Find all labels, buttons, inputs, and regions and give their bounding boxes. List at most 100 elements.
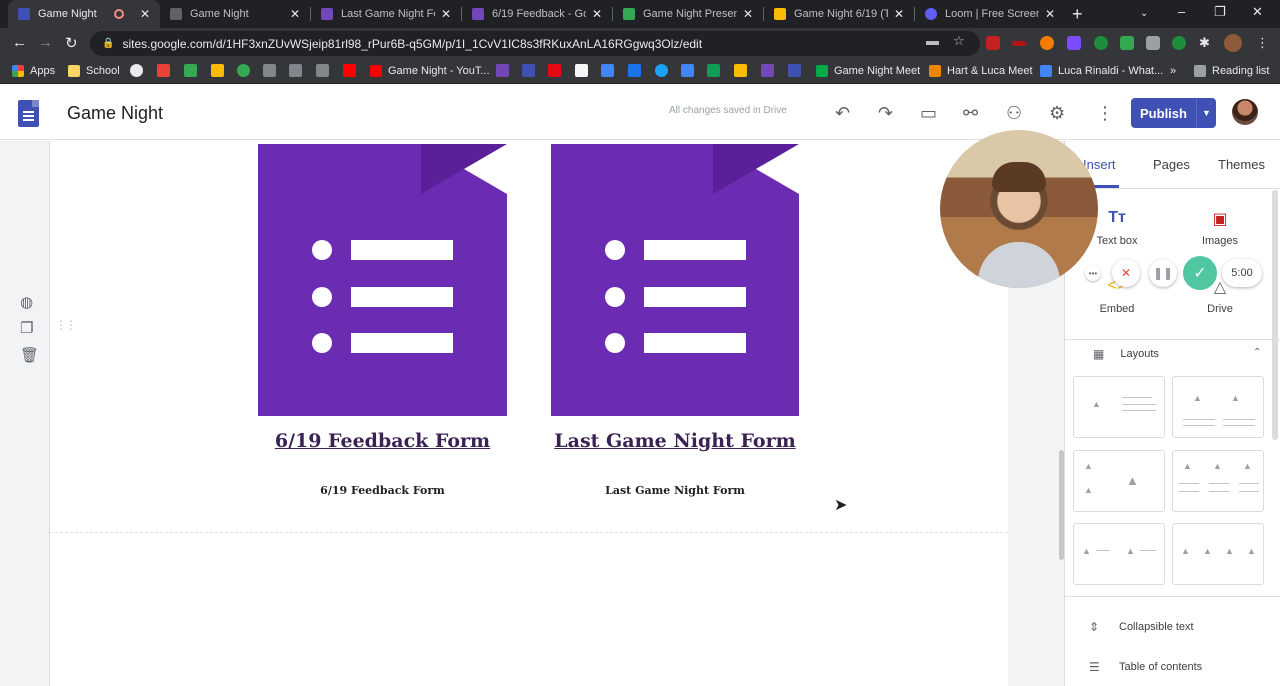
docs-icon[interactable] xyxy=(681,64,694,77)
drag-handle-icon[interactable]: ⋮⋮ xyxy=(55,318,77,332)
bookmark-icon[interactable] xyxy=(263,64,276,77)
forms-icon[interactable] xyxy=(761,64,774,77)
bookmark-icon[interactable] xyxy=(289,64,302,77)
close-tab-icon[interactable]: ✕ xyxy=(743,7,753,21)
publish-button[interactable]: Publish ▼ xyxy=(1131,98,1216,128)
last-game-night-form-link[interactable]: Last Game Night Form xyxy=(551,430,799,452)
extension-icon[interactable] xyxy=(1120,36,1134,50)
browser-tab[interactable]: 6/19 Feedback - Goo ✕ xyxy=(462,0,612,28)
new-tab-icon[interactable]: + xyxy=(1072,4,1083,25)
youtube-icon[interactable] xyxy=(343,64,356,77)
copy-link-icon[interactable]: ⚯ xyxy=(963,103,978,123)
feedback-form-link[interactable]: 6/19 Feedback Form xyxy=(258,430,507,452)
reload-icon[interactable]: ↻ xyxy=(65,34,78,52)
layout-option[interactable]: ▲ ▲ ▲ xyxy=(1073,450,1165,512)
forward-arrow-icon[interactable]: → xyxy=(38,34,53,51)
twitter-icon[interactable] xyxy=(655,64,668,77)
browser-tab[interactable]: Game Night Presentat ✕ xyxy=(613,0,763,28)
site-title[interactable]: Game Night xyxy=(67,103,163,124)
extension-icon[interactable] xyxy=(1040,36,1054,50)
account-avatar[interactable] xyxy=(1232,99,1258,125)
loom-pause-icon[interactable]: ❚❚ xyxy=(1149,259,1177,287)
address-bar[interactable]: 🔒 sites.google.com/d/1HF3xnZUvWSjeip81rl… xyxy=(90,31,980,56)
drive-icon[interactable] xyxy=(211,64,224,77)
netflix-icon[interactable] xyxy=(548,64,561,77)
webcam-bubble[interactable] xyxy=(940,130,1098,288)
panel-scrollbar[interactable] xyxy=(1272,190,1278,440)
chevron-down-icon[interactable]: ▼ xyxy=(1196,98,1216,128)
page-canvas[interactable] xyxy=(50,141,1008,686)
tab-search-icon[interactable]: ⌄ xyxy=(1140,8,1148,19)
layout-option[interactable]: ▲ ▲ xyxy=(1172,376,1264,438)
preview-icon[interactable]: ▭ xyxy=(920,103,937,123)
form-card-image[interactable] xyxy=(551,144,799,416)
amazon-icon[interactable] xyxy=(575,64,588,77)
images-button[interactable]: ▣ Images xyxy=(1175,209,1265,247)
close-tab-icon[interactable]: ✕ xyxy=(894,7,904,21)
layout-option[interactable]: ▲ ▲ ▲ ▲ xyxy=(1172,523,1264,585)
collapsible-text-button[interactable]: ⇕ Collapsible text xyxy=(1089,620,1194,634)
grammarly-icon[interactable] xyxy=(1094,36,1108,50)
more-options-icon[interactable]: ⋮ xyxy=(1096,103,1114,123)
reading-list[interactable]: Reading list xyxy=(1194,63,1269,79)
layout-option[interactable]: ▲ ▲ xyxy=(1073,523,1165,585)
bookmark-hart-luca-meet[interactable]: Hart & Luca Meet xyxy=(929,63,1033,79)
undo-icon[interactable]: ↶ xyxy=(835,103,850,123)
extension-icon[interactable] xyxy=(1172,36,1186,50)
close-tab-icon[interactable]: ✕ xyxy=(140,7,150,21)
sites-icon[interactable] xyxy=(522,64,535,77)
bookmark-youtube[interactable]: Game Night - YouT... xyxy=(370,63,490,79)
extension-icon[interactable] xyxy=(1067,36,1081,50)
camera-icon[interactable]: ▬ xyxy=(926,33,939,48)
close-tab-icon[interactable]: ✕ xyxy=(290,7,300,21)
settings-gear-icon[interactable]: ⚙ xyxy=(1049,103,1065,123)
sheets-icon[interactable] xyxy=(707,64,720,77)
palette-icon[interactable]: ◍ xyxy=(20,293,33,311)
bookmark-game-night-meet[interactable]: Game Night Meet xyxy=(816,63,920,79)
google-sites-logo-icon[interactable] xyxy=(18,100,39,127)
minimize-icon[interactable]: – xyxy=(1178,4,1185,19)
layouts-header[interactable]: ▦ Layouts xyxy=(1093,347,1159,361)
form-card-image[interactable] xyxy=(258,144,507,416)
chevron-up-icon[interactable]: ⌃ xyxy=(1253,347,1261,358)
gmail-icon[interactable] xyxy=(157,64,170,77)
window-close-icon[interactable]: ✕ xyxy=(1252,4,1263,20)
slides-icon[interactable] xyxy=(734,64,747,77)
more-bookmarks[interactable]: » xyxy=(1170,63,1176,79)
bookmark-icon[interactable] xyxy=(628,64,641,77)
bookmark-school[interactable]: School xyxy=(68,63,120,79)
extension-icon[interactable] xyxy=(1012,41,1026,46)
bookmark-icon[interactable] xyxy=(496,64,509,77)
extension-icon[interactable] xyxy=(237,64,250,77)
bookmark-star-icon[interactable]: ☆ xyxy=(953,33,965,49)
delete-icon[interactable]: 🗑 xyxy=(20,346,39,364)
puzzle-extensions-icon[interactable]: ✱ xyxy=(1199,36,1213,50)
globe-icon[interactable] xyxy=(130,64,143,77)
duplicate-icon[interactable]: ❐ xyxy=(20,319,33,337)
browser-tab[interactable]: Loom | Free Screen & ✕ xyxy=(915,0,1065,28)
classroom-icon[interactable] xyxy=(184,64,197,77)
browser-tab[interactable]: Game Night ✕ xyxy=(160,0,310,28)
profile-avatar-icon[interactable] xyxy=(1224,34,1242,52)
extension-icon[interactable] xyxy=(986,36,1000,50)
bookmark-icon[interactable] xyxy=(601,64,614,77)
table-of-contents-button[interactable]: ☰ Table of contents xyxy=(1089,660,1202,674)
loom-finish-check-icon[interactable]: ✓ xyxy=(1183,256,1217,290)
browser-tab[interactable]: Last Game Night Form ✕ xyxy=(311,0,461,28)
share-icon[interactable]: ⚇ xyxy=(1006,103,1022,123)
restore-icon[interactable]: ❐ xyxy=(1214,4,1226,20)
browser-tab[interactable]: Game Night ✕ xyxy=(8,0,160,28)
tab-themes[interactable]: Themes xyxy=(1218,157,1265,172)
loom-more-icon[interactable]: ••• xyxy=(1085,265,1101,281)
menu-kebab-icon[interactable]: ⋮ xyxy=(1256,36,1270,50)
bookmark-apps[interactable]: Apps xyxy=(12,63,55,79)
redo-icon[interactable]: ↷ xyxy=(878,103,893,123)
close-tab-icon[interactable]: ✕ xyxy=(1045,7,1055,21)
extension-icon[interactable] xyxy=(1146,36,1160,50)
tab-pages[interactable]: Pages xyxy=(1153,157,1190,172)
bookmark-icon[interactable] xyxy=(316,64,329,77)
browser-tab[interactable]: Game Night 6/19 (Ter ✕ xyxy=(764,0,914,28)
layout-option[interactable]: ▲ xyxy=(1073,376,1165,438)
bookmark-luca-rinaldi[interactable]: Luca Rinaldi - What... xyxy=(1040,63,1163,79)
sites-icon[interactable] xyxy=(788,64,801,77)
